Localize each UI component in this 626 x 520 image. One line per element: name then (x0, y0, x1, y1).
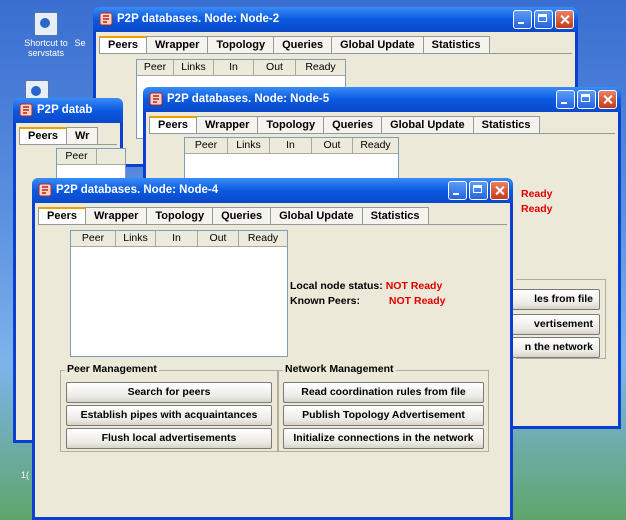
tab-topology[interactable]: Topology (207, 36, 275, 53)
col-in[interactable]: In (156, 231, 198, 246)
tab-wrapper[interactable]: Wrapper (195, 116, 259, 133)
flush-advertisements-button[interactable]: Flush local advertisements (66, 428, 272, 449)
close-button[interactable] (555, 10, 574, 29)
initialize-connections-button[interactable]: Initialize connections in the network (283, 428, 484, 449)
app-icon (38, 183, 52, 197)
tab-wrapper[interactable]: Wr (65, 127, 99, 144)
local-status-value: NOT Ready (385, 280, 443, 292)
known-peers-label: Known Peers: (290, 295, 361, 307)
titlebar[interactable]: P2P databases. Node: Node-5 (143, 87, 621, 112)
app-icon (149, 92, 163, 106)
window-node-4[interactable]: P2P databases. Node: Node-4 Peers Wrappe… (32, 178, 513, 520)
minimize-button[interactable] (513, 10, 532, 29)
known-peers-value: NOT Ready (388, 295, 446, 307)
tab-bar: Peers Wrapper Topology Queries Global Up… (99, 36, 490, 53)
close-button[interactable] (490, 181, 509, 200)
tab-statistics[interactable]: Statistics (422, 36, 490, 53)
known-peers-value: Ready (521, 203, 553, 215)
window-title: P2P databases. Node: Node-2 (117, 13, 280, 25)
window-title: P2P databases. Node: Node-5 (167, 93, 330, 105)
desktop-icon-label: 1( (20, 470, 29, 480)
tab-global-update[interactable]: Global Update (381, 116, 474, 133)
tab-bar: Peers Wr (19, 127, 99, 144)
titlebar[interactable]: P2P databases. Node: Node-4 (32, 178, 513, 203)
network-management-title: Network Management (283, 363, 396, 375)
tab-peers[interactable]: Peers (149, 116, 197, 133)
col-links[interactable]: Links (228, 138, 270, 153)
tab-divider (149, 133, 615, 134)
maximize-button[interactable] (577, 90, 596, 109)
tab-peers[interactable]: Peers (99, 36, 147, 53)
col-in[interactable]: In (214, 60, 254, 75)
col-ready[interactable]: Ready (239, 231, 287, 246)
tab-peers[interactable]: Peers (19, 127, 67, 144)
tab-divider (38, 224, 507, 225)
tab-queries[interactable]: Queries (323, 116, 383, 133)
col-out[interactable]: Out (198, 231, 239, 246)
peers-table[interactable]: Peer Links In Out Ready (70, 230, 288, 357)
tab-divider (19, 144, 117, 145)
read-rules-button[interactable]: Read coordination rules from file (283, 382, 484, 403)
col-out[interactable]: Out (254, 60, 296, 75)
desktop-icon-servstats[interactable]: Shortcut to servstats (18, 12, 74, 58)
desktop-icon-partial[interactable]: Se (70, 38, 90, 48)
tab-topology[interactable]: Topology (146, 207, 214, 224)
col-ready[interactable]: Ready (296, 60, 345, 75)
col-in[interactable]: In (270, 138, 312, 153)
tab-topology[interactable]: Topology (257, 116, 325, 133)
establish-pipes-button[interactable]: Establish pipes with acquaintances (66, 405, 272, 426)
minimize-button[interactable] (448, 181, 467, 200)
known-peers-status: Known Peers: NOT Ready (290, 294, 446, 308)
col-ready[interactable]: Ready (353, 138, 398, 153)
desktop-icon-label: Shortcut to servstats (24, 38, 68, 58)
search-peers-button[interactable]: Search for peers (66, 382, 272, 403)
shortcut-icon (34, 12, 58, 36)
close-button[interactable] (598, 90, 617, 109)
minimize-button[interactable] (556, 90, 575, 109)
maximize-button[interactable] (469, 181, 488, 200)
publish-topology-button[interactable]: Publish Topology Advertisement (283, 405, 484, 426)
titlebar[interactable]: P2P datab (13, 98, 123, 123)
tab-queries[interactable]: Queries (273, 36, 333, 53)
tab-queries[interactable]: Queries (212, 207, 272, 224)
local-node-status: Local node status: NOT Ready (290, 279, 442, 293)
tab-global-update[interactable]: Global Update (270, 207, 363, 224)
col-out[interactable]: Out (312, 138, 353, 153)
table-header: Peer (57, 149, 125, 165)
table-header: Peer Links In Out Ready (185, 138, 398, 154)
table-header: Peer Links In Out Ready (137, 60, 345, 76)
tab-statistics[interactable]: Statistics (472, 116, 540, 133)
col-peer[interactable]: Peer (71, 231, 116, 246)
app-icon (19, 103, 33, 117)
window-title: P2P datab (37, 104, 93, 116)
tab-divider (99, 53, 572, 54)
titlebar[interactable]: P2P databases. Node: Node-2 (93, 7, 578, 32)
tab-global-update[interactable]: Global Update (331, 36, 424, 53)
table-header: Peer Links In Out Ready (71, 231, 287, 247)
col-peer[interactable]: Peer (137, 60, 174, 75)
local-status-value: Ready (521, 188, 553, 200)
peers-table[interactable]: Peer Links In Out Ready (184, 137, 399, 182)
desktop-icon-label: Se (74, 38, 86, 48)
col-peer[interactable]: Peer (57, 149, 97, 164)
window-title: P2P databases. Node: Node-4 (56, 184, 219, 196)
tab-bar: Peers Wrapper Topology Queries Global Up… (38, 207, 429, 224)
tab-wrapper[interactable]: Wrapper (84, 207, 148, 224)
tab-statistics[interactable]: Statistics (361, 207, 429, 224)
tab-bar: Peers Wrapper Topology Queries Global Up… (149, 116, 540, 133)
maximize-button[interactable] (534, 10, 553, 29)
tab-peers[interactable]: Peers (38, 207, 86, 224)
local-status-label: Local node status: (290, 280, 383, 292)
peer-management-title: Peer Management (65, 363, 159, 375)
tab-wrapper[interactable]: Wrapper (145, 36, 209, 53)
col-links[interactable]: Links (116, 231, 156, 246)
app-icon (99, 12, 113, 26)
col-peer[interactable]: Peer (185, 138, 228, 153)
col-links[interactable]: Links (174, 60, 214, 75)
